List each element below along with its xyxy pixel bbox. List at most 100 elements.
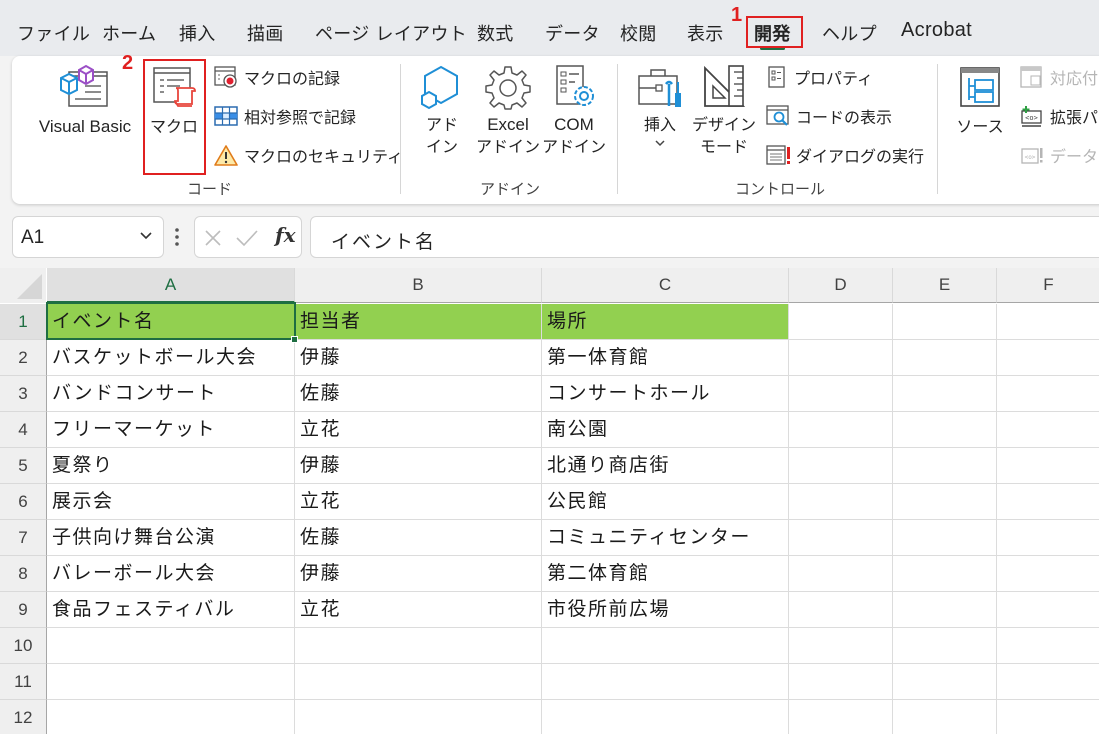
cell-d6[interactable] <box>789 484 893 520</box>
column-header-a[interactable]: A <box>47 268 295 303</box>
cell-b4[interactable]: 立花 <box>295 412 542 448</box>
design-mode-button[interactable]: デザイン モード <box>692 64 756 158</box>
cell-a10[interactable] <box>47 628 295 664</box>
cell-a4[interactable]: フリーマーケット <box>47 412 295 448</box>
refresh-data-button[interactable]: <o> データの <box>1020 142 1099 168</box>
cell-f9[interactable] <box>997 592 1099 628</box>
column-header-e[interactable]: E <box>893 268 997 303</box>
cell-a12[interactable] <box>47 700 295 734</box>
cell-e1[interactable] <box>893 304 997 340</box>
cell-a6[interactable]: 展示会 <box>47 484 295 520</box>
tab-view[interactable]: 表示 <box>687 20 724 46</box>
tab-file[interactable]: ファイル <box>17 20 90 46</box>
cancel-icon[interactable] <box>203 228 223 248</box>
row-header-1[interactable]: 1 <box>0 304 47 340</box>
chevron-down-icon[interactable] <box>139 231 153 241</box>
cell-a11[interactable] <box>47 664 295 700</box>
cell-d2[interactable] <box>789 340 893 376</box>
excel-addins-button[interactable]: Excel アドイン <box>476 64 540 158</box>
cell-a9[interactable]: 食品フェスティバル <box>47 592 295 628</box>
column-header-f[interactable]: F <box>997 268 1099 303</box>
record-macro-button[interactable]: マクロの記録 <box>214 64 340 90</box>
cell-f8[interactable] <box>997 556 1099 592</box>
run-dialog-button[interactable]: ダイアログの実行 <box>766 142 924 168</box>
row-header-10[interactable]: 10 <box>0 628 47 664</box>
cell-d5[interactable] <box>789 448 893 484</box>
name-box[interactable]: A1 <box>12 216 164 258</box>
column-header-b[interactable]: B <box>295 268 542 303</box>
cell-f6[interactable] <box>997 484 1099 520</box>
tab-insert[interactable]: 挿入 <box>179 20 216 46</box>
row-header-9[interactable]: 9 <box>0 592 47 628</box>
cell-a8[interactable]: バレーボール大会 <box>47 556 295 592</box>
cell-b6[interactable]: 立花 <box>295 484 542 520</box>
macro-security-button[interactable]: マクロのセキュリティ <box>214 142 403 168</box>
cell-f7[interactable] <box>997 520 1099 556</box>
cell-d9[interactable] <box>789 592 893 628</box>
cell-b2[interactable]: 伊藤 <box>295 340 542 376</box>
cell-f1[interactable] <box>997 304 1099 340</box>
row-header-11[interactable]: 11 <box>0 664 47 700</box>
cell-b5[interactable]: 伊藤 <box>295 448 542 484</box>
tab-data[interactable]: データ <box>545 20 600 46</box>
com-addins-button[interactable]: COM アドイン <box>542 64 606 158</box>
use-relative-references-button[interactable]: 相対参照で記録 <box>214 103 356 129</box>
cell-c9[interactable]: 市役所前広場 <box>542 592 789 628</box>
cell-b11[interactable] <box>295 664 542 700</box>
row-header-2[interactable]: 2 <box>0 340 47 376</box>
cell-a1[interactable]: イベント名 <box>47 304 295 340</box>
cell-e7[interactable] <box>893 520 997 556</box>
tab-help[interactable]: ヘルプ <box>822 20 877 46</box>
cell-c11[interactable] <box>542 664 789 700</box>
cell-f4[interactable] <box>997 412 1099 448</box>
cell-e10[interactable] <box>893 628 997 664</box>
cell-b9[interactable]: 立花 <box>295 592 542 628</box>
row-header-4[interactable]: 4 <box>0 412 47 448</box>
fill-handle[interactable] <box>291 336 298 343</box>
cell-f3[interactable] <box>997 376 1099 412</box>
cell-b10[interactable] <box>295 628 542 664</box>
cell-b7[interactable]: 佐藤 <box>295 520 542 556</box>
cell-c8[interactable]: 第二体育館 <box>542 556 789 592</box>
cell-d1[interactable] <box>789 304 893 340</box>
cell-e9[interactable] <box>893 592 997 628</box>
cell-e6[interactable] <box>893 484 997 520</box>
cell-e5[interactable] <box>893 448 997 484</box>
row-header-8[interactable]: 8 <box>0 556 47 592</box>
column-header-d[interactable]: D <box>789 268 893 303</box>
cell-f2[interactable] <box>997 340 1099 376</box>
insert-control-button[interactable]: 挿入 <box>632 64 688 148</box>
tab-formulas[interactable]: 数式 <box>477 20 514 46</box>
cell-c1[interactable]: 場所 <box>542 304 789 340</box>
select-all-button[interactable] <box>0 268 46 303</box>
cell-e2[interactable] <box>893 340 997 376</box>
cell-f5[interactable] <box>997 448 1099 484</box>
expansion-packs-button[interactable]: <o> 拡張パ <box>1020 103 1098 129</box>
tab-draw[interactable]: 描画 <box>247 20 284 46</box>
tab-page-layout[interactable]: ページ レイアウト <box>315 20 467 46</box>
macros-button[interactable]: マクロ <box>146 64 202 138</box>
cell-a3[interactable]: バンドコンサート <box>47 376 295 412</box>
row-header-3[interactable]: 3 <box>0 376 47 412</box>
cell-e12[interactable] <box>893 700 997 734</box>
cell-b12[interactable] <box>295 700 542 734</box>
cell-f10[interactable] <box>997 628 1099 664</box>
cell-a2[interactable]: バスケットボール大会 <box>47 340 295 376</box>
row-header-5[interactable]: 5 <box>0 448 47 484</box>
cell-b8[interactable]: 伊藤 <box>295 556 542 592</box>
row-header-7[interactable]: 7 <box>0 520 47 556</box>
cell-e4[interactable] <box>893 412 997 448</box>
row-header-12[interactable]: 12 <box>0 700 47 734</box>
cell-d8[interactable] <box>789 556 893 592</box>
cell-d12[interactable] <box>789 700 893 734</box>
visual-basic-button[interactable]: Visual Basic <box>32 64 138 138</box>
more-options-icon[interactable] <box>173 226 181 248</box>
xml-source-button[interactable]: ソース <box>952 64 1008 138</box>
cell-c5[interactable]: 北通り商店街 <box>542 448 789 484</box>
cell-d4[interactable] <box>789 412 893 448</box>
properties-button[interactable]: プロパティ <box>766 64 873 90</box>
addins-button[interactable]: アド イン <box>417 64 467 158</box>
cell-c7[interactable]: コミュニティセンター <box>542 520 789 556</box>
map-properties-button[interactable]: 対応付 <box>1020 64 1098 90</box>
cell-b3[interactable]: 佐藤 <box>295 376 542 412</box>
